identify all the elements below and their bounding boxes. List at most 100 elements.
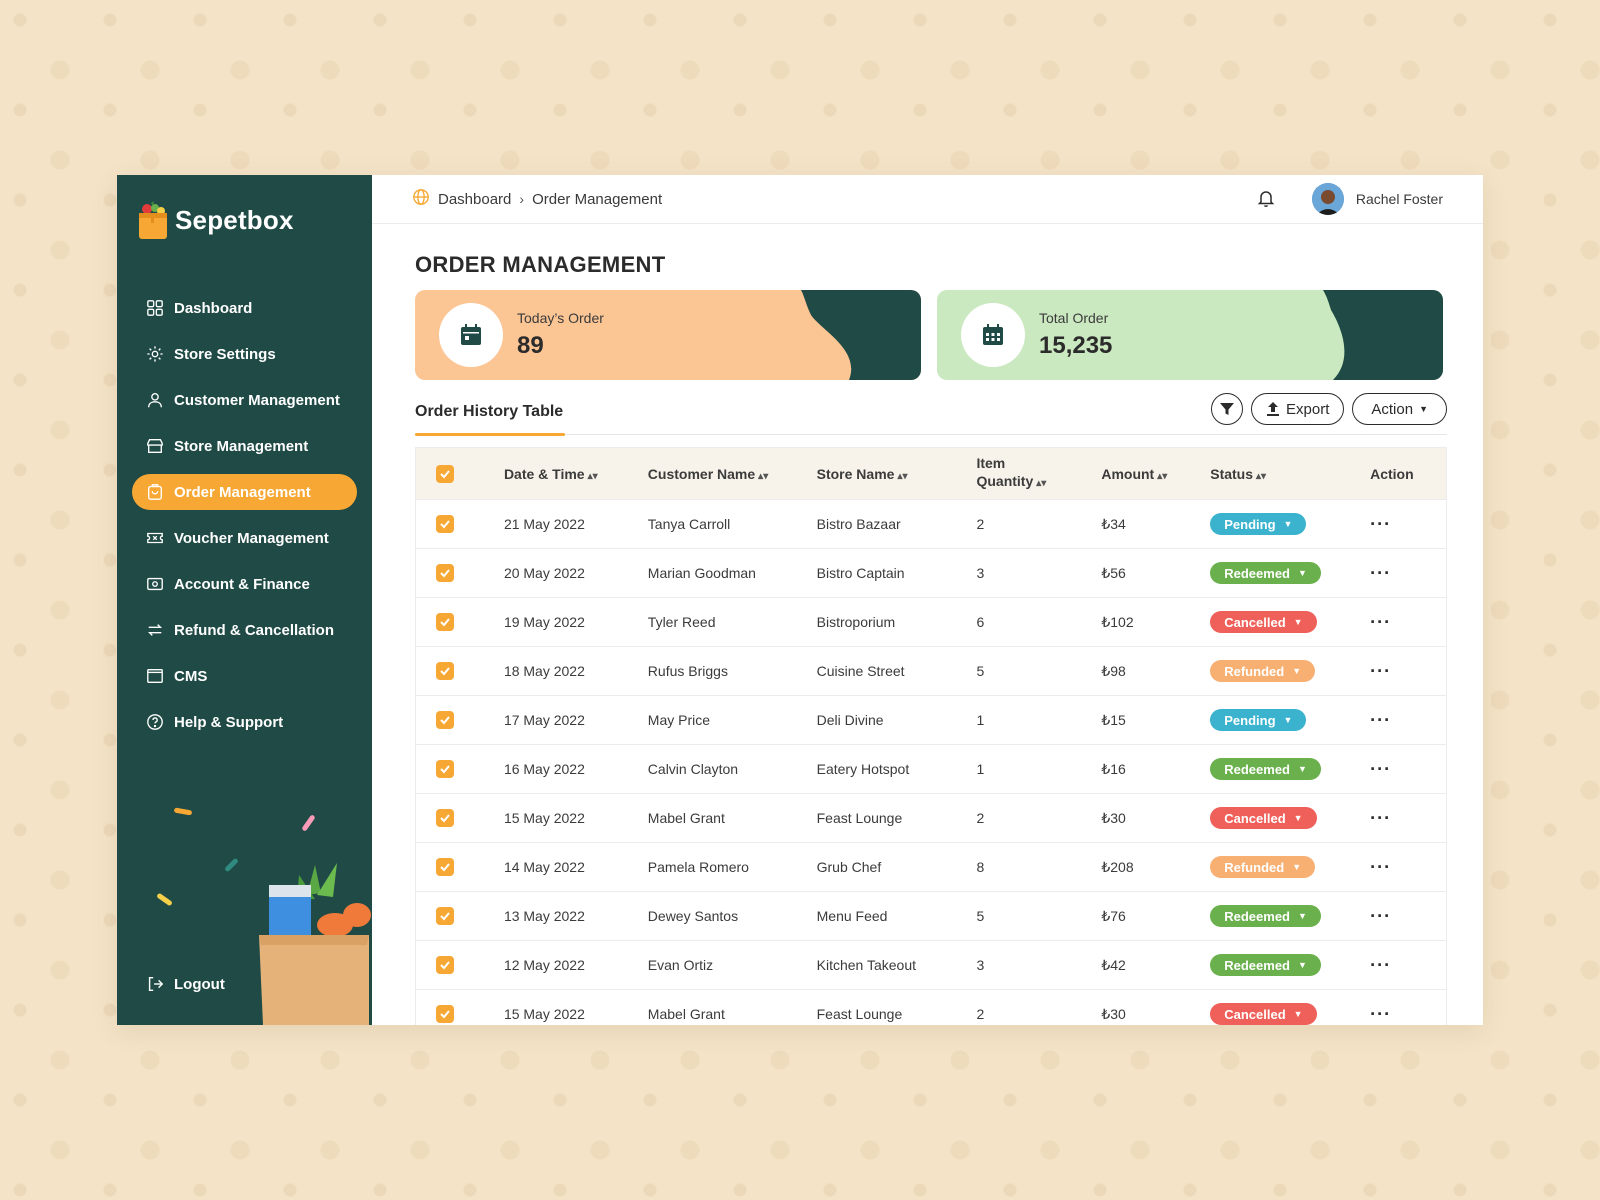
- check-icon: [440, 961, 450, 970]
- calendar-icon: [439, 303, 503, 367]
- check-icon: [440, 667, 450, 676]
- status-badge[interactable]: Cancelled ▼: [1210, 807, 1317, 829]
- more-options-icon[interactable]: ···: [1370, 514, 1391, 534]
- table-row[interactable]: 19 May 2022 Tyler Reed Bistroporium 6 ₺102 Ca…: [416, 598, 1446, 647]
- sort-icon: ▴▾: [587, 470, 598, 482]
- total-order-label: Total Order: [1039, 310, 1109, 326]
- caret-down-icon: ▼: [1293, 813, 1303, 823]
- more-options-icon[interactable]: ···: [1370, 612, 1391, 632]
- row-checkbox[interactable]: [436, 613, 454, 631]
- sidebar-item-store-settings[interactable]: Store Settings: [132, 336, 357, 372]
- action-dropdown[interactable]: Action ▼: [1352, 393, 1447, 425]
- sidebar-item-refund-cancellation[interactable]: Refund & Cancellation: [132, 612, 357, 648]
- row-checkbox[interactable]: [436, 662, 454, 680]
- cell-amount: ₺34: [1101, 515, 1126, 532]
- sidebar-item-order-management[interactable]: Order Management: [132, 474, 357, 510]
- table-row[interactable]: 12 May 2022 Evan Ortiz Kitchen Takeout 3 ₺42…: [416, 941, 1446, 990]
- sort-icon: ▴▾: [1157, 470, 1168, 482]
- more-options-icon[interactable]: ···: [1370, 563, 1391, 583]
- more-options-icon[interactable]: ···: [1370, 1004, 1391, 1024]
- column-customer[interactable]: Customer Name ▴▾: [648, 466, 817, 482]
- cell-date: 15 May 2022: [503, 1006, 585, 1022]
- cell-amount: ₺30: [1101, 809, 1126, 826]
- export-label: Export: [1286, 400, 1330, 418]
- cell-quantity: 3: [976, 957, 985, 973]
- status-badge[interactable]: Pending ▼: [1210, 513, 1307, 535]
- table-row[interactable]: 17 May 2022 May Price Deli Divine 1 ₺15 Pendi…: [416, 696, 1446, 745]
- cell-store: Eatery Hotspot: [816, 761, 910, 777]
- table-row[interactable]: 15 May 2022 Mabel Grant Feast Lounge 2 ₺30 Ca…: [416, 794, 1446, 843]
- sidebar-item-dashboard[interactable]: Dashboard: [132, 290, 357, 326]
- more-options-icon[interactable]: ···: [1370, 906, 1391, 926]
- bell-icon[interactable]: [1256, 188, 1276, 211]
- status-badge[interactable]: Pending ▼: [1210, 709, 1307, 731]
- cell-date: 16 May 2022: [503, 761, 585, 777]
- row-checkbox[interactable]: [436, 809, 454, 827]
- sidebar-item-help-support[interactable]: Help & Support: [132, 704, 357, 740]
- row-checkbox[interactable]: [436, 1005, 454, 1023]
- window-icon: [146, 667, 164, 685]
- row-checkbox[interactable]: [436, 956, 454, 974]
- breadcrumb-dashboard[interactable]: Dashboard: [438, 191, 511, 208]
- brand-logo[interactable]: Sepetbox: [133, 201, 294, 239]
- status-badge[interactable]: Redeemed ▼: [1210, 758, 1321, 780]
- top-bar: Dashboard › Order Management Rachel Fost…: [372, 175, 1483, 224]
- status-badge[interactable]: Redeemed ▼: [1210, 954, 1321, 976]
- table-row[interactable]: 15 May 2022 Mabel Grant Feast Lounge 2 ₺30 Ca…: [416, 990, 1446, 1025]
- status-badge[interactable]: Cancelled ▼: [1210, 1003, 1317, 1025]
- caret-down-icon: ▼: [1292, 666, 1302, 676]
- cell-store: Kitchen Takeout: [816, 957, 916, 973]
- logout-button[interactable]: Logout: [146, 975, 225, 993]
- sidebar-item-account-finance[interactable]: Account & Finance: [132, 566, 357, 602]
- status-badge[interactable]: Refunded ▼: [1210, 660, 1316, 682]
- avatar[interactable]: [1311, 183, 1344, 215]
- row-checkbox[interactable]: [436, 760, 454, 778]
- cell-customer: Mabel Grant: [647, 1006, 725, 1022]
- check-icon: [440, 814, 450, 823]
- filter-button[interactable]: [1211, 393, 1244, 425]
- status-badge[interactable]: Refunded ▼: [1210, 856, 1316, 878]
- select-all-checkbox[interactable]: [436, 464, 454, 483]
- table-row[interactable]: 18 May 2022 Rufus Briggs Cuisine Street 5 ₺9…: [416, 647, 1446, 696]
- sidebar-item-store-management[interactable]: Store Management: [132, 428, 357, 464]
- row-checkbox[interactable]: [436, 564, 454, 582]
- status-badge[interactable]: Cancelled ▼: [1210, 611, 1317, 633]
- cell-customer: Pamela Romero: [647, 859, 749, 875]
- column-quantity[interactable]: Item Quantity ▴▾: [976, 454, 1101, 493]
- status-badge[interactable]: Redeemed ▼: [1210, 905, 1321, 927]
- user-icon: [146, 391, 164, 409]
- more-options-icon[interactable]: ···: [1370, 759, 1391, 779]
- row-checkbox[interactable]: [436, 858, 454, 876]
- tab-order-history[interactable]: Order History Table: [415, 403, 563, 421]
- cell-amount: ₺42: [1101, 956, 1126, 973]
- column-status[interactable]: Status ▴▾: [1210, 466, 1370, 482]
- table-row[interactable]: 13 May 2022 Dewey Santos Menu Feed 5 ₺76 Rede…: [416, 892, 1446, 941]
- export-button[interactable]: Export: [1251, 393, 1345, 425]
- sidebar-item-voucher-management[interactable]: Voucher Management: [132, 520, 357, 556]
- sidebar-item-customer-management[interactable]: Customer Management: [132, 382, 357, 418]
- user-name[interactable]: Rachel Foster: [1356, 191, 1443, 207]
- more-options-icon[interactable]: ···: [1370, 710, 1391, 730]
- cell-quantity: 2: [976, 516, 985, 532]
- more-options-icon[interactable]: ···: [1370, 857, 1391, 877]
- sidebar: Sepetbox Dashboard Store Settings Customer…: [117, 175, 372, 1025]
- caret-down-icon: ▼: [1297, 568, 1307, 578]
- check-icon: [440, 716, 450, 725]
- column-store[interactable]: Store Name ▴▾: [817, 466, 977, 482]
- table-row[interactable]: 20 May 2022 Marian Goodman Bistro Captain 3…: [416, 549, 1446, 598]
- more-options-icon[interactable]: ···: [1370, 955, 1391, 975]
- column-date[interactable]: Date & Time ▴▾: [504, 466, 648, 482]
- table-row[interactable]: 21 May 2022 Tanya Carroll Bistro Bazaar 2 ₺3…: [416, 500, 1446, 549]
- sort-icon: ▴▾: [758, 470, 769, 482]
- row-checkbox[interactable]: [436, 907, 454, 925]
- row-checkbox[interactable]: [436, 515, 454, 533]
- more-options-icon[interactable]: ···: [1370, 661, 1391, 681]
- row-checkbox[interactable]: [436, 711, 454, 729]
- more-options-icon[interactable]: ···: [1370, 808, 1391, 828]
- table-row[interactable]: 16 May 2022 Calvin Clayton Eatery Hotspot 1…: [416, 745, 1446, 794]
- status-badge[interactable]: Redeemed ▼: [1210, 562, 1321, 584]
- sidebar-item-cms[interactable]: CMS: [132, 658, 357, 694]
- column-amount[interactable]: Amount ▴▾: [1101, 466, 1210, 482]
- cell-amount: ₺102: [1101, 613, 1134, 630]
- table-row[interactable]: 14 May 2022 Pamela Romero Grub Chef 8 ₺208 Re…: [416, 843, 1446, 892]
